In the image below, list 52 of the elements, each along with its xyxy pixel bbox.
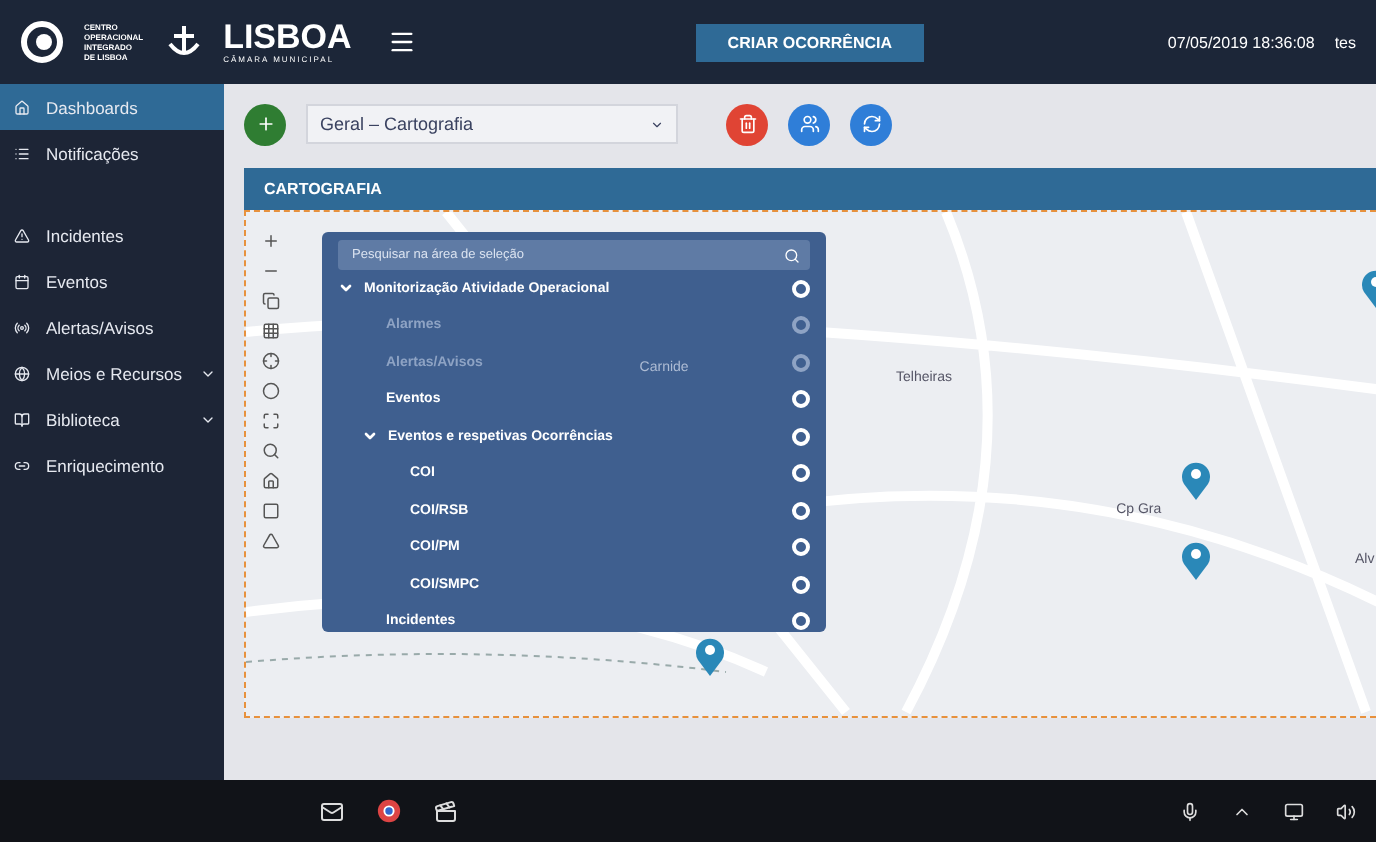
signal-icon	[14, 319, 30, 335]
delete-button[interactable]	[726, 103, 768, 145]
chevron-down-icon[interactable]	[338, 280, 354, 297]
users-button[interactable]	[788, 103, 830, 145]
map-pin-icon[interactable]	[1179, 459, 1212, 500]
book-icon	[14, 411, 30, 427]
plus-icon	[255, 114, 275, 134]
mail-icon[interactable]	[320, 799, 344, 823]
globe-icon	[14, 365, 30, 381]
chevron-down-icon[interactable]	[362, 428, 378, 445]
map-tool-icon[interactable]	[262, 352, 280, 370]
home-icon	[14, 99, 30, 115]
warning-icon	[14, 227, 30, 243]
dashboard-select[interactable]: Geral – Cartografia	[306, 104, 678, 144]
monitor-icon[interactable]	[1284, 801, 1304, 821]
map-pin-icon[interactable]	[693, 635, 726, 676]
caret-icon	[650, 117, 664, 131]
search-icon[interactable]	[784, 247, 800, 263]
list-icon	[14, 145, 30, 161]
sidebar-item[interactable]: Incidentes	[0, 212, 224, 258]
sidebar-item[interactable]: Eventos	[0, 258, 224, 304]
users-icon	[799, 114, 819, 134]
create-button[interactable]: CRIAR OCORRÊNCIA	[695, 23, 925, 61]
sidebar-item[interactable]: Dashboards	[0, 84, 224, 130]
map-tool-icon[interactable]	[262, 292, 280, 310]
calendar-icon	[14, 273, 30, 289]
datetime: 07/05/2019 18:36:08	[1167, 33, 1315, 51]
map-tool-icon[interactable]	[262, 442, 280, 460]
sidebar-item[interactable]: Meios e Recursos	[0, 350, 224, 396]
logo-icon	[20, 20, 64, 64]
link-icon	[14, 457, 30, 473]
sidebar-item[interactable]: Enriquecimento	[0, 442, 224, 488]
speaker-icon[interactable]	[1336, 801, 1356, 821]
map-pin-icon[interactable]	[1179, 539, 1212, 580]
map-tool-icon[interactable]	[262, 382, 280, 400]
clapperboard-icon[interactable]	[434, 799, 458, 823]
add-button[interactable]	[244, 103, 286, 145]
menu-icon[interactable]	[387, 28, 416, 56]
refresh-icon	[861, 114, 881, 134]
map-tool-icon[interactable]	[262, 472, 280, 490]
sidebar-item[interactable]: Notificações	[0, 130, 224, 176]
sidebar-item[interactable]: Alertas/Avisos	[0, 304, 224, 350]
refresh-button[interactable]	[850, 103, 892, 145]
trash-icon	[737, 114, 757, 134]
map-tool-icon[interactable]	[262, 412, 280, 430]
map-tool-icon[interactable]	[262, 322, 280, 340]
sidebar-item[interactable]: Biblioteca	[0, 396, 224, 442]
browser-icon[interactable]	[376, 798, 402, 824]
panel-title: CARTOGRAFIA	[244, 168, 1376, 210]
map-tool-icon[interactable]	[262, 232, 280, 250]
user-name[interactable]: tes	[1334, 33, 1356, 51]
city-name: LISBOA	[223, 20, 352, 54]
